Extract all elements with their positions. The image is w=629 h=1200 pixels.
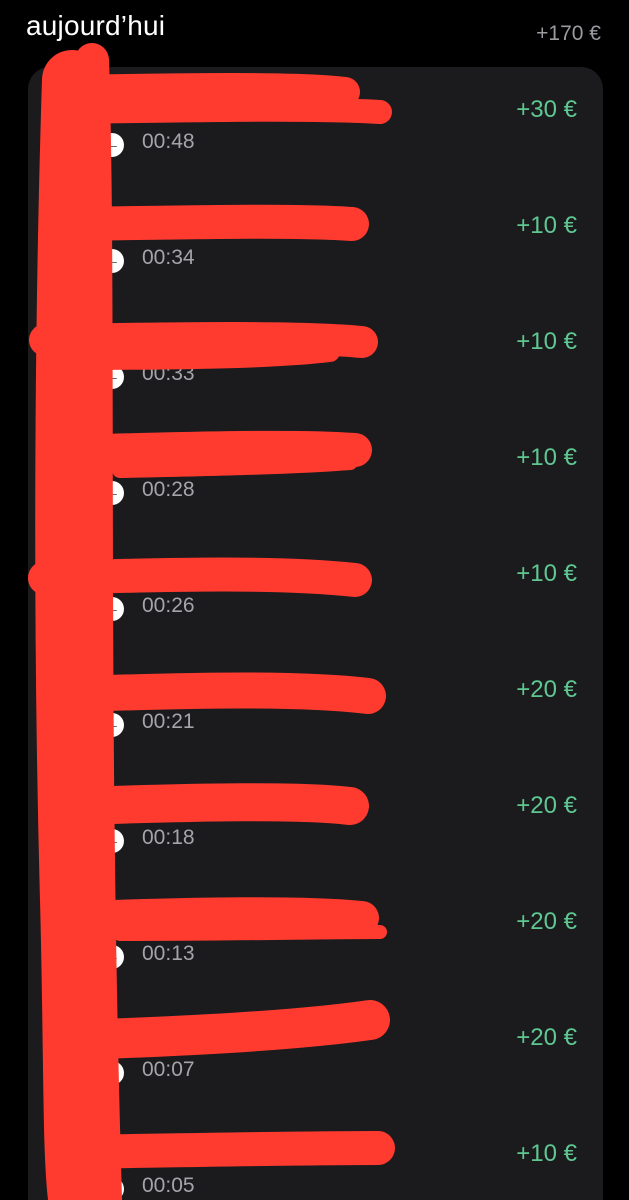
day-section-header: aujourd’hui +170 €	[0, 0, 629, 60]
avatar	[46, 1133, 102, 1189]
avatar	[46, 901, 102, 957]
transaction-row[interactable]: ← 00:34 +10 €	[28, 183, 603, 299]
transaction-time: 00:48	[142, 130, 195, 153]
arrow-left-icon: ←	[100, 597, 124, 621]
transaction-row[interactable]: ← 00:26 +10 €	[28, 531, 603, 647]
transaction-time: 00:28	[142, 478, 195, 501]
avatar	[46, 89, 102, 145]
transaction-amount: +20 €	[516, 676, 577, 703]
transaction-row[interactable]: ← 00:21 +20 €	[28, 647, 603, 763]
transaction-row[interactable]: ← 00:18 +20 €	[28, 763, 603, 879]
transaction-row[interactable]: ← 00:05 +10 €	[28, 1111, 603, 1200]
transaction-row[interactable]: ← 00:13 +20 €	[28, 879, 603, 995]
transaction-amount: +10 €	[516, 212, 577, 239]
arrow-left-icon: ←	[100, 249, 124, 273]
transaction-amount: +10 €	[516, 560, 577, 587]
transaction-row[interactable]: ← 00:07 +20 €	[28, 995, 603, 1111]
arrow-left-icon: ←	[100, 713, 124, 737]
arrow-left-icon: ←	[100, 133, 124, 157]
transaction-time: 00:07	[142, 1058, 195, 1081]
transaction-row[interactable]: ← 00:33 +10 €	[28, 299, 603, 415]
avatar	[46, 205, 102, 261]
transactions-screen: aujourd’hui +170 € ← 00:48 +30 € ← 00:34…	[0, 0, 629, 1200]
day-title: aujourd’hui	[26, 10, 166, 41]
transaction-time: 00:21	[142, 710, 195, 733]
avatar	[46, 1017, 102, 1073]
arrow-left-icon: ←	[100, 1061, 124, 1085]
transaction-time: 00:33	[142, 362, 195, 385]
transaction-amount: +20 €	[516, 792, 577, 819]
arrow-left-icon: ←	[100, 945, 124, 969]
transaction-amount: +10 €	[516, 328, 577, 355]
transaction-row[interactable]: ← 00:28 +10 €	[28, 415, 603, 531]
transaction-amount: +20 €	[516, 1024, 577, 1051]
day-total: +170 €	[536, 22, 601, 45]
transaction-time: 00:13	[142, 942, 195, 965]
transaction-time: 00:18	[142, 826, 195, 849]
transaction-time: 00:26	[142, 594, 195, 617]
avatar	[46, 785, 102, 841]
arrow-left-icon: ←	[100, 1177, 124, 1200]
transaction-amount: +20 €	[516, 908, 577, 935]
transactions-card: ← 00:48 +30 € ← 00:34 +10 € ← 00:33 +10 …	[28, 67, 603, 1200]
arrow-left-icon: ←	[100, 829, 124, 853]
avatar	[46, 321, 102, 377]
transaction-time: 00:34	[142, 246, 195, 269]
transaction-amount: +10 €	[516, 444, 577, 471]
avatar	[46, 437, 102, 493]
avatar	[46, 553, 102, 609]
transaction-amount: +10 €	[516, 1140, 577, 1167]
transaction-row[interactable]: ← 00:48 +30 €	[28, 67, 603, 183]
arrow-left-icon: ←	[100, 481, 124, 505]
transaction-time: 00:05	[142, 1174, 195, 1197]
arrow-left-icon: ←	[100, 365, 124, 389]
avatar	[46, 669, 102, 725]
transaction-amount: +30 €	[516, 96, 577, 123]
